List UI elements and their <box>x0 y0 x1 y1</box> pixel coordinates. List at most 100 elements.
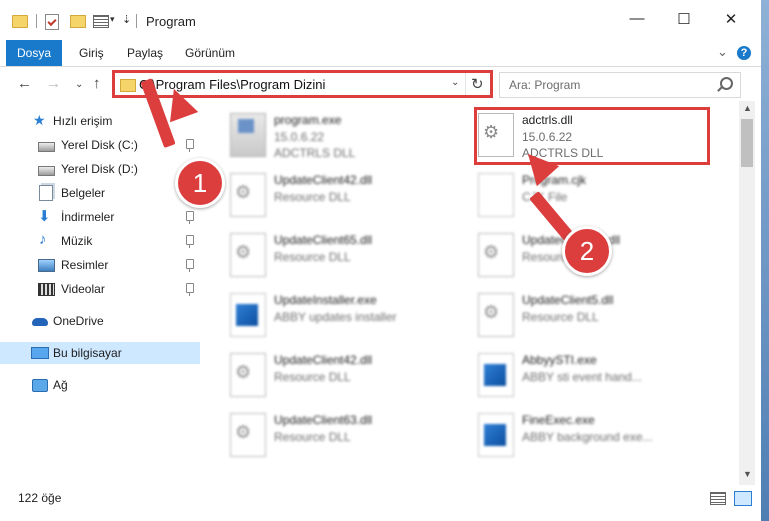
sidebar-item-network[interactable]: Ağ <box>0 374 200 396</box>
separator <box>136 14 137 28</box>
pin-icon[interactable] <box>186 211 194 224</box>
sidebar-item-local-disk-d[interactable]: Yerel Disk (D:) <box>0 158 200 180</box>
recent-chevron-icon[interactable]: ⌄ <box>75 79 83 90</box>
sidebar-item-label: Belgeler <box>61 186 106 200</box>
sidebar-item-label: OneDrive <box>53 314 104 328</box>
pictures-icon <box>38 259 55 272</box>
file-description: Resource DLL <box>522 310 599 324</box>
file-description: ADCTRLS DLL <box>274 146 356 160</box>
file-tile[interactable]: FineExec.exe ABBY background exe... <box>478 409 708 463</box>
vertical-scrollbar[interactable]: ▲ ▼ <box>739 101 755 485</box>
view-icon[interactable] <box>93 15 109 28</box>
tiles-view-icon[interactable] <box>734 491 752 506</box>
pin-icon[interactable] <box>186 139 194 152</box>
back-arrow-icon[interactable]: ← <box>17 75 32 92</box>
callout-badge-2: 2 <box>562 226 612 276</box>
file-tile[interactable]: UpdateClient42.dll Resource DLL <box>230 349 460 403</box>
search-input[interactable]: Ara: Program <box>509 78 580 92</box>
file-tile-program-exe[interactable]: program.exe 15.0.6.22 ADCTRLS DLL <box>230 109 460 163</box>
scroll-up-icon[interactable]: ▲ <box>743 103 752 113</box>
program-icon <box>230 113 266 157</box>
videos-icon <box>38 283 55 296</box>
exe-file-icon <box>478 353 514 397</box>
window-title: Program <box>146 14 196 29</box>
file-description: ABBY updates installer <box>274 310 397 324</box>
file-description: Resource DLL <box>274 430 351 444</box>
minimize-icon[interactable]: — <box>627 10 647 27</box>
sidebar-item-this-pc[interactable]: Bu bilgisayar <box>0 342 200 364</box>
download-icon: ⬇ <box>38 208 51 225</box>
file-tile[interactable]: UpdateClient42.dll Resource DLL <box>230 169 460 223</box>
scroll-down-icon[interactable]: ▼ <box>743 469 752 479</box>
file-description: Resource DLL <box>274 370 351 384</box>
sidebar-item-pictures[interactable]: Resimler <box>0 254 200 276</box>
file-name: UpdateClient65.dll <box>274 233 373 247</box>
forward-arrow-icon[interactable]: → <box>46 75 61 92</box>
sidebar-item-label: Yerel Disk (C:) <box>61 138 138 152</box>
help-icon[interactable]: ? <box>737 46 751 60</box>
dll-file-icon <box>230 233 266 277</box>
customize-toolbar-icon[interactable]: ⇣ <box>122 13 131 29</box>
file-version: 15.0.6.22 <box>274 130 325 144</box>
computer-icon <box>31 347 49 359</box>
sidebar-item-onedrive[interactable]: OneDrive <box>0 310 200 332</box>
music-icon: ♪ <box>39 231 47 248</box>
file-tile[interactable]: UpdateClient65.dll Resource DLL <box>230 229 460 283</box>
tab-file[interactable]: Dosya <box>6 40 62 66</box>
file-name: FineExec.exe <box>522 413 595 427</box>
file-tile[interactable]: UpdateInstaller.exe ABBY updates install… <box>230 289 460 343</box>
sidebar-item-music[interactable]: ♪ Müzik <box>0 230 200 252</box>
tab-view[interactable]: Görünüm <box>185 46 235 60</box>
pin-icon[interactable] <box>186 259 194 272</box>
dll-file-icon <box>230 173 266 217</box>
new-folder-icon[interactable] <box>70 15 86 28</box>
desktop-background <box>761 0 769 521</box>
chevron-down-icon[interactable]: ▾ <box>110 14 115 30</box>
pin-icon[interactable] <box>186 283 194 296</box>
file-tile[interactable]: UpdateClient5.dll Resource DLL <box>478 289 708 343</box>
sidebar-item-label: Müzik <box>61 234 93 248</box>
file-highlight <box>474 107 710 165</box>
details-view-icon[interactable] <box>710 492 726 505</box>
file-tile[interactable]: AbbyySTI.exe ABBY sti event hand... <box>478 349 708 403</box>
file-tile[interactable]: UpdateClient63.dll Resource DLL <box>230 409 460 463</box>
sidebar-item-label: Bu bilgisayar <box>53 346 122 360</box>
close-icon[interactable]: ✕ <box>721 10 741 28</box>
up-arrow-icon[interactable]: ↑ <box>93 75 101 92</box>
sidebar-item-videos[interactable]: Videolar <box>0 278 200 300</box>
file-icon <box>478 173 514 217</box>
search-icon[interactable] <box>720 77 733 90</box>
file-name: program.exe <box>274 113 342 127</box>
tab-home[interactable]: Giriş <box>79 46 104 60</box>
file-name: UpdateClient42.dll <box>274 173 373 187</box>
documents-icon <box>39 185 53 201</box>
ribbon-tabs: Dosya Giriş Paylaş Görünüm ⌄ ? <box>0 40 761 67</box>
chevron-down-icon[interactable]: ⌄ <box>717 44 728 60</box>
properties-icon[interactable] <box>45 14 59 30</box>
file-name: AbbyySTI.exe <box>522 353 597 367</box>
dll-file-icon <box>230 353 266 397</box>
file-description: ABBY background exe... <box>522 430 653 444</box>
sidebar-item-label: Resimler <box>61 258 109 272</box>
file-name: UpdateInstaller.exe <box>274 293 377 307</box>
file-description: ABBY sti event hand... <box>522 370 642 384</box>
file-name: UpdateClient5.dll <box>522 293 614 307</box>
sidebar-item-label: Ağ <box>53 378 68 392</box>
folder-icon <box>12 15 28 28</box>
sidebar-item-documents[interactable]: Belgeler <box>0 182 200 204</box>
tab-share[interactable]: Paylaş <box>127 46 163 60</box>
pin-icon[interactable] <box>186 235 194 248</box>
sidebar-item-downloads[interactable]: ⬇ İndirmeler <box>0 206 200 228</box>
status-bar: 122 öğe <box>0 485 761 521</box>
scroll-thumb[interactable] <box>741 119 753 167</box>
dll-file-icon <box>478 293 514 337</box>
file-name: UpdateClient63.dll <box>274 413 373 427</box>
network-icon <box>32 379 48 392</box>
star-icon: ★ <box>33 112 46 128</box>
maximize-icon[interactable]: ☐ <box>674 10 694 28</box>
search-box[interactable]: Ara: Program <box>499 72 741 98</box>
file-tile[interactable]: Program.cjk CJK File <box>478 169 708 223</box>
exe-file-icon <box>478 413 514 457</box>
callout-badge-1: 1 <box>175 158 225 208</box>
title-bar: ▾ ⇣ Program — ☐ ✕ <box>0 0 761 40</box>
